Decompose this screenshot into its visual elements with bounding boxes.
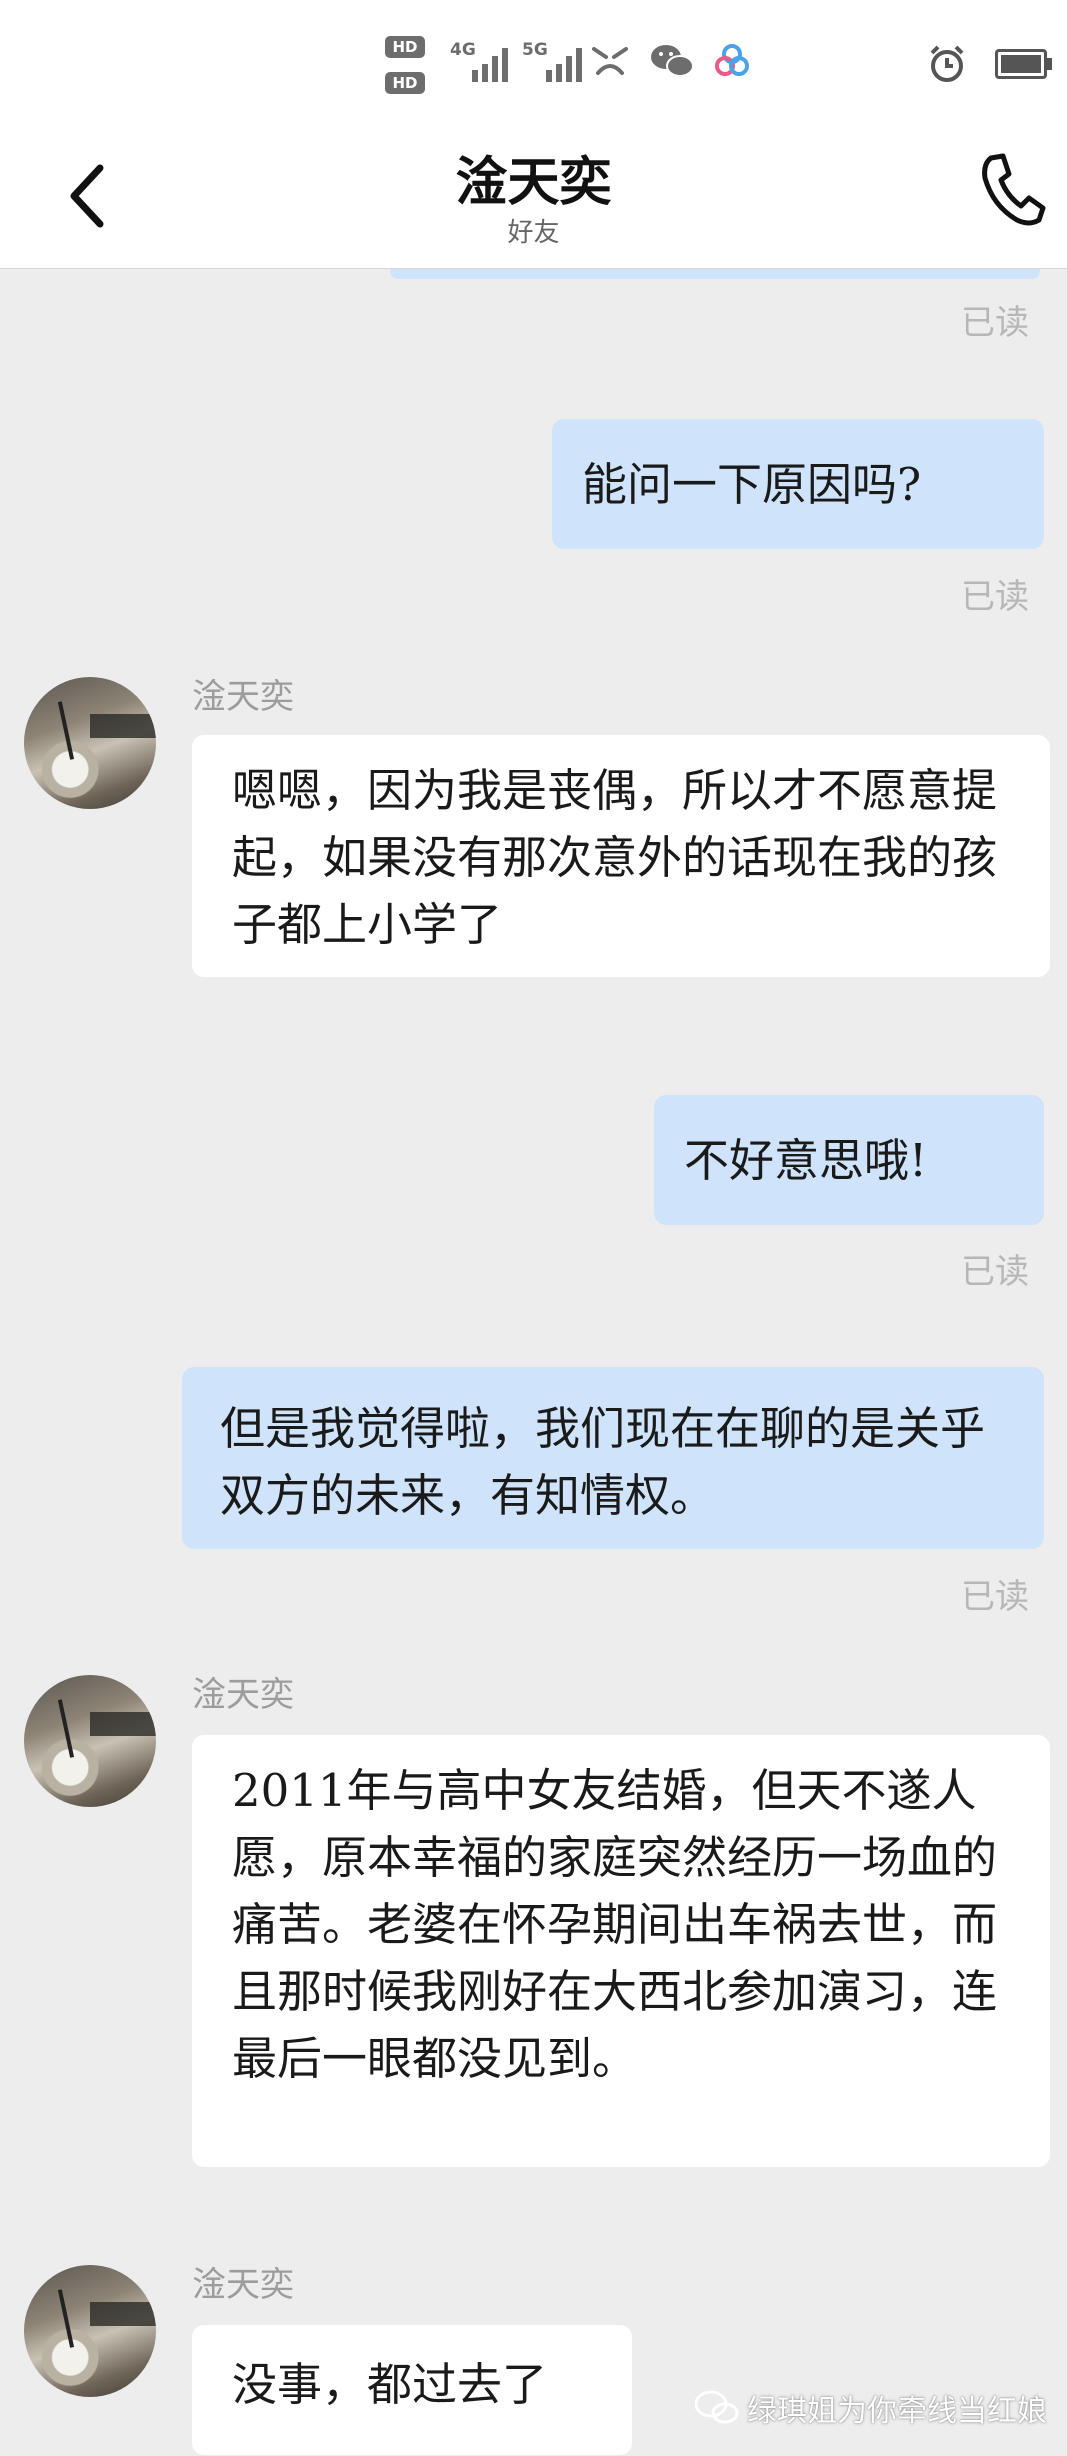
status-bar: HD HD 4G 5G (0, 0, 1067, 120)
sender-name: 淦天奕 (192, 1675, 294, 1715)
app-icon (715, 44, 749, 76)
message-bubble-incoming[interactable]: 没事，都过去了 (192, 2325, 632, 2455)
sender-name: 淦天奕 (192, 677, 294, 717)
network-type-label: 5G (522, 40, 548, 60)
hd-badge: HD (385, 72, 425, 94)
message-bubble-outgoing[interactable]: 但是我觉得啦，我们现在在聊的是关乎双方的未来，有知情权。 (182, 1367, 1044, 1549)
read-receipt: 已读 (961, 303, 1029, 343)
sender-name: 淦天奕 (192, 2265, 294, 2305)
message-list[interactable]: 已读 能问一下原因吗? 已读 淦天奕 嗯嗯，因为我是丧偶，所以才不愿意提起，如果… (0, 269, 1067, 2456)
message-bubble-partial[interactable] (390, 269, 1040, 279)
wechat-icon (651, 45, 694, 77)
alarm-icon (930, 45, 964, 82)
watermark: 绿琪姐为你牵线当红娘 (695, 2386, 1047, 2430)
avatar[interactable] (24, 677, 156, 809)
message-bubble-incoming[interactable]: 2011年与高中女友结婚，但天不遂人愿，原本幸福的家庭突然经历一场血的痛苦。老婆… (192, 1735, 1050, 2167)
phone-icon (982, 153, 1046, 226)
sad-face-icon (592, 47, 628, 75)
signal-strength-icon (546, 42, 582, 82)
signal-strength-icon (472, 42, 508, 82)
read-receipt: 已读 (961, 1252, 1029, 1292)
avatar[interactable] (24, 2265, 156, 2397)
call-button[interactable] (977, 150, 1057, 240)
chat-subtitle: 好友 (507, 218, 560, 248)
read-receipt: 已读 (961, 577, 1029, 617)
avatar[interactable] (24, 1675, 156, 1807)
watermark-text: 绿琪姐为你牵线当红娘 (747, 2394, 1047, 2429)
message-bubble-outgoing[interactable]: 能问一下原因吗? (552, 419, 1044, 549)
wechat-official-account-icon (695, 2390, 739, 2424)
read-receipt: 已读 (961, 1577, 1029, 1617)
message-bubble-incoming[interactable]: 嗯嗯，因为我是丧偶，所以才不愿意提起，如果没有那次意外的话现在我的孩子都上小学了 (192, 735, 1050, 977)
hd-badge: HD (385, 36, 425, 58)
message-bubble-outgoing[interactable]: 不好意思哦! (654, 1095, 1044, 1225)
chat-title: 淦天奕 (455, 153, 612, 213)
notification-icons (590, 42, 750, 80)
battery-icon (995, 49, 1052, 79)
status-right-icons (927, 44, 1052, 84)
chat-header: 淦天奕 好友 (0, 120, 1067, 269)
